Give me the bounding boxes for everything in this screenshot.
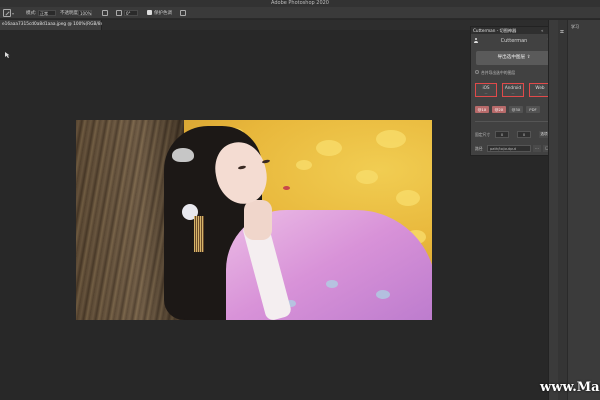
export-icon: ⇪ [526,55,531,60]
document-tab[interactable]: e16aaa7315cd0a8d1aaa.jpeg @ 100%(RGB/8#) [0,20,106,30]
cutterman-panel: Cutterman - 切图神器 « ✕ Cutterman ⚙ 导出选中图层 … [470,26,558,156]
scale-1x-button[interactable]: @1X [475,106,489,113]
brush-tool-icon[interactable] [3,9,11,17]
collapse-icon[interactable]: « [541,28,543,33]
platform-android-button[interactable]: Android — [502,83,524,97]
right-panel-dock: ⌗ 学习 [548,20,600,400]
export-button[interactable]: 导出选中图层 ⇪ [476,51,552,65]
options-bar: ▾ 模式: 正常 不透明度: 100% 0° 保护色调 [0,7,600,19]
pressure-size-icon[interactable] [180,10,186,16]
hairpin [172,148,194,162]
tab-learn[interactable]: 学习 [571,24,579,30]
canvas-photo[interactable] [76,120,432,320]
platform-android-label: Android [504,85,522,90]
cursor-icon [5,52,10,58]
path-row: 路径 path/to/output ... □ [475,145,557,153]
merge-export-option[interactable]: 合并导出选中的图层 [475,70,555,76]
tool-preset-caret-icon[interactable]: ▾ [12,11,14,16]
title-bar: Adobe Photoshop 2020 [0,0,600,7]
merge-export-label: 合并导出选中的图层 [481,70,516,75]
platform-ios-label: iOS [482,85,490,90]
size-width-input[interactable]: 0 [495,131,509,138]
export-button-label: 导出选中图层 [497,55,526,60]
size-height-input[interactable]: 0 [517,131,531,138]
panel-icon-strip [558,20,568,400]
scale-3x-button[interactable]: @3X [509,106,523,113]
panel-title: Cutterman - 切图神器 [473,28,517,33]
angle-input[interactable]: 0° [124,10,138,16]
crop-icon[interactable]: ⌗ [560,28,564,37]
mode-label: 模式: [26,11,37,16]
protect-tones-label: 保护色调 [154,11,172,16]
opacity-input[interactable]: 100% [78,10,92,16]
platform-ios-button[interactable]: iOS — [475,83,497,97]
watermark: www.Mac [540,380,600,395]
tassel [194,216,204,252]
document-tab-title: e16aaa7315cd0a8d1aaa.jpeg @ 100%(RGB/8#) [2,22,106,27]
protect-tones-checkbox[interactable] [147,10,152,15]
divider [475,121,553,122]
merge-export-radio[interactable] [475,70,479,74]
panel-brand: Cutterman [500,38,528,44]
size-label: 固定尺寸 [475,132,491,137]
path-label: 路径 [475,146,483,151]
path-menu-button[interactable]: ... [533,145,541,152]
opacity-label: 不透明度: [60,11,80,16]
pressure-icon[interactable] [102,10,108,16]
size-row: 固定尺寸 0 0 选项 [475,131,557,139]
scale-2x-button[interactable]: @2X [492,106,506,113]
mode-select[interactable]: 正常 [38,10,56,16]
window-title: Adobe Photoshop 2020 [271,0,329,6]
platform-web-label: Web [535,85,545,90]
angle-icon[interactable] [116,10,122,16]
panel-header[interactable]: Cutterman - 切图神器 « ✕ [471,27,557,34]
path-input[interactable]: path/to/output [487,145,531,152]
scale-pdf-button[interactable]: PDF [526,106,540,113]
